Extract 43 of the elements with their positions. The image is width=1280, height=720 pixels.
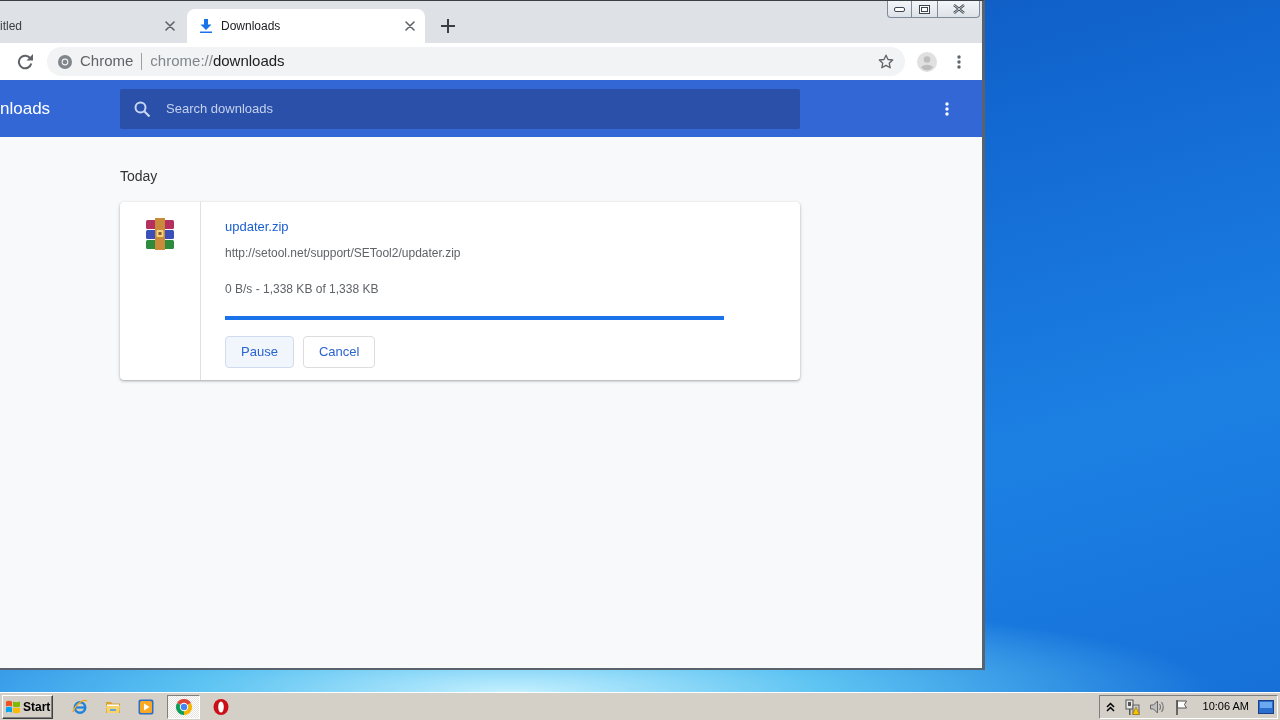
o-ring-icon[interactable] [213,698,229,715]
close-button[interactable] [938,1,980,18]
close-icon[interactable] [165,21,175,31]
taskbar-button[interactable] [167,694,200,719]
flag-icon[interactable] [1173,698,1190,715]
browser-tab[interactable]: Downloads [187,9,425,43]
kebab-menu-icon[interactable] [945,101,949,116]
section-heading: Today [120,168,158,184]
address-bar[interactable]: Chrome chrome://downloads [47,47,905,76]
four-pane-logo-icon [5,699,21,714]
start-button[interactable]: Start [2,694,53,719]
plus-icon[interactable] [441,19,455,33]
minimize-icon [894,6,905,12]
minimize-button[interactable] [887,1,912,18]
speaker-icon[interactable] [1148,698,1165,715]
maximize-icon [919,4,930,14]
e-logo-icon[interactable] [72,698,88,715]
url-text: chrome://downloads [150,51,285,72]
play-tile-icon[interactable] [138,698,154,715]
reload-icon[interactable] [17,53,33,70]
chevron-up-icon[interactable] [1105,701,1115,712]
file-name-link[interactable]: updater.zip [225,219,289,235]
close-icon [952,4,965,14]
network-warning-icon[interactable] [1123,698,1140,715]
source-url-link[interactable]: http://setool.net/support/SETool2/updater.zip [225,245,461,261]
download-status: 0 B/s - 1,338 KB of 1,338 KB [225,281,379,297]
site-chip-text: Chrome [80,51,134,72]
browser-tab[interactable]: itled [0,9,185,43]
page-title: nloads [0,97,52,120]
star-icon[interactable] [878,53,894,70]
kebab-menu-icon[interactable] [957,54,961,69]
close-icon[interactable] [405,21,415,31]
search-icon [134,100,150,117]
monitor-icon[interactable] [1258,699,1274,714]
stacked-books-icon [144,218,176,250]
action-button[interactable]: Cancel [302,336,376,368]
clock-text: 10:06 AM [1202,699,1249,715]
maximize-button[interactable] [912,1,938,18]
search-field[interactable]: Search downloads [120,88,800,129]
download-icon [200,19,212,33]
action-button[interactable]: Pause [225,336,294,368]
tricolor-circle-icon [175,698,192,715]
circle-logo-icon [58,54,72,69]
